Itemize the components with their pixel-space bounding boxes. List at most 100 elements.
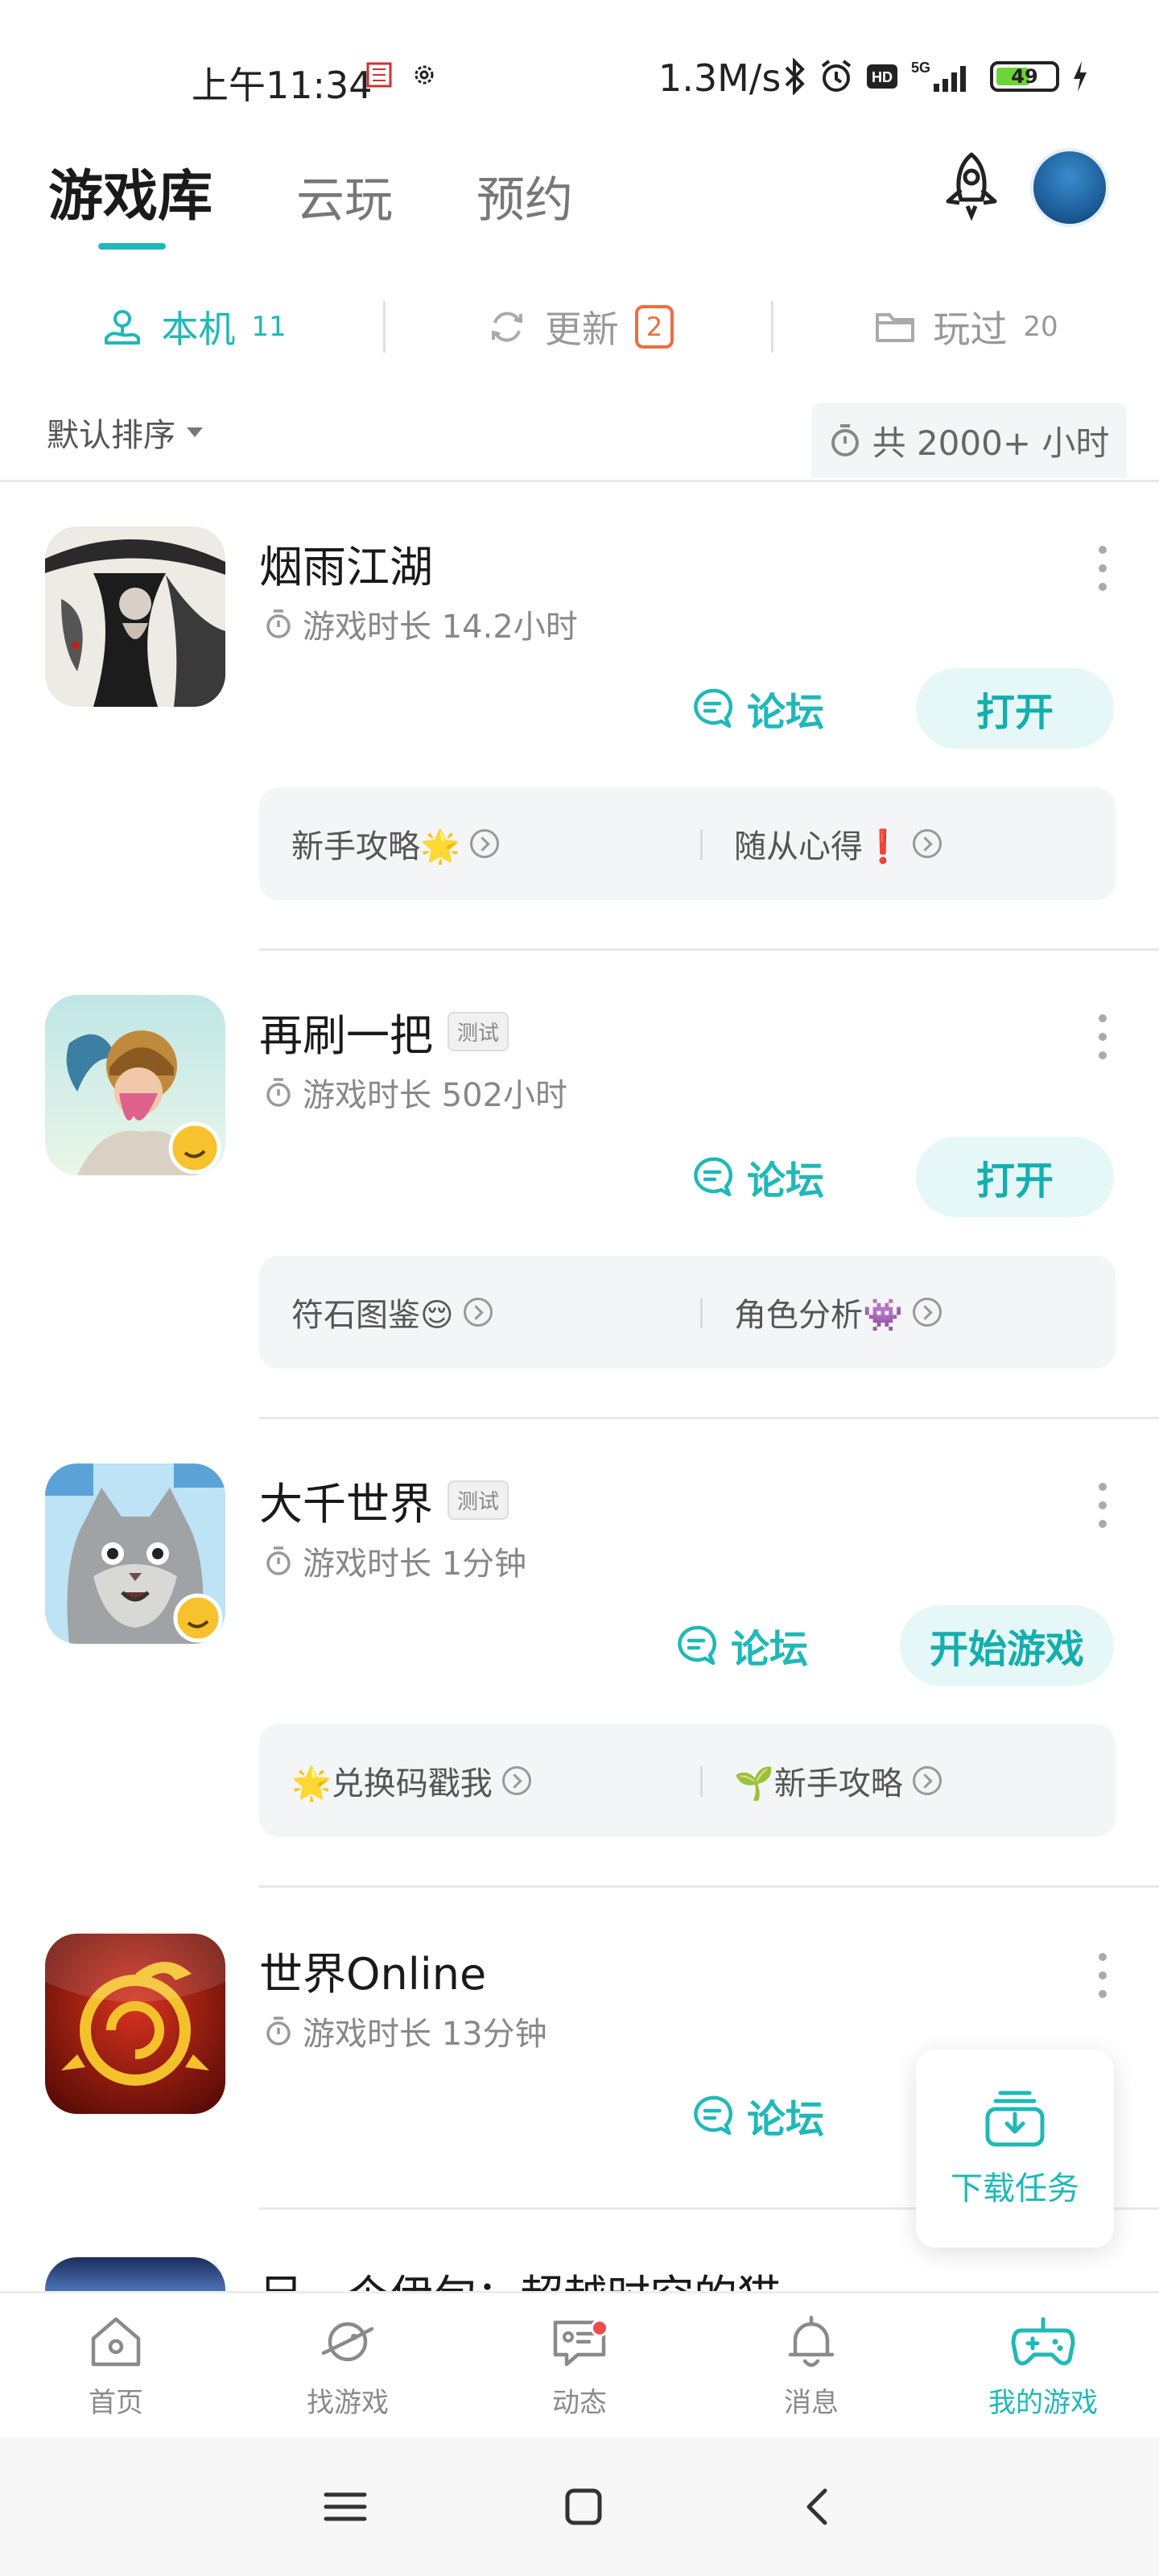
forum-button[interactable]: 论坛 [691,668,824,749]
sort-label: 默认排序 [47,417,175,454]
game-play-time: 游戏时长 14.2小时 [264,601,578,647]
svg-text:5G: 5G [911,60,930,76]
game-title[interactable]: 烟雨江湖 [259,531,433,595]
subtab-updates-label: 更新 [544,308,619,351]
tab-reservation[interactable]: 预约 [476,161,573,231]
guide-link[interactable]: 随从心得❗ [734,787,942,900]
timer-icon [266,1546,291,1575]
status-time: 上午11:34 [192,64,373,107]
tab-game-library[interactable]: 游戏库 [48,151,212,250]
rocket-icon[interactable] [935,150,1008,222]
folder-icon [876,313,915,342]
guide-link[interactable]: 角色分析👾 [734,1256,942,1368]
start-game-button[interactable]: 开始游戏 [900,1605,1114,1686]
guide-link[interactable]: 🌟兑换码戳我 [291,1724,531,1837]
more-options-icon[interactable] [1096,1483,1109,1528]
more-options-icon[interactable] [1096,1014,1109,1059]
game-title[interactable]: 再刷一把 测试 [259,1000,509,1063]
arrow-right-circle-icon [501,1766,531,1795]
forum-chat-icon [678,1625,716,1666]
user-avatar[interactable] [1030,148,1109,227]
nav-find-games[interactable]: 找游戏 [232,2293,464,2438]
home-icon [91,2317,141,2367]
download-tray-icon [985,2091,1045,2147]
game-play-time: 游戏时长 13分钟 [264,2008,547,2054]
game-icon-zaishua[interactable] [45,995,225,1175]
guide-link[interactable]: 🌱新手攻略 [734,1724,942,1837]
download-tasks-label: 下载任务 [951,2170,1079,2207]
game-title[interactable]: 大千世界 测试 [259,1468,509,1532]
game-icon-yanyu[interactable] [45,526,225,707]
nav-messages[interactable]: 消息 [695,2293,927,2438]
settings-gear-icon [415,65,434,85]
guide-links: 新手攻略🌟 随从心得❗ [259,787,1116,900]
timer-icon [831,424,859,456]
subtab-updates[interactable]: 更新 2 [386,287,773,367]
divider [0,480,1159,482]
divider [259,1885,1159,1888]
subtab-divider [383,301,386,353]
guide-link[interactable]: 符石图鉴😌 [291,1256,493,1368]
test-tag: 测试 [448,1012,509,1051]
gamepad-icon [1011,2317,1075,2366]
nav-home[interactable]: 首页 [0,2293,232,2438]
forum-button[interactable]: 论坛 [691,2075,824,2156]
network-speed: 1.3M/s [658,56,782,100]
home-square-icon[interactable] [561,2484,606,2529]
notification-app-icon [366,62,392,88]
tab-cloud-play[interactable]: 云玩 [296,161,393,231]
total-play-time: 共 2000+ 小时 [811,402,1127,478]
arrow-right-circle-icon [463,1298,493,1327]
hd-icon: HD [867,64,897,89]
subtab-played-label: 玩过 [933,308,1008,351]
nav-my-games[interactable]: 我的游戏 [927,2293,1159,2438]
menu-icon[interactable] [321,2487,369,2527]
timer-icon [266,1078,291,1107]
alarm-icon [821,60,852,92]
game-title[interactable]: 世界Online [259,1938,486,2002]
charging-icon [1074,61,1087,92]
divider [259,948,1159,951]
guide-link[interactable]: 新手攻略🌟 [291,787,499,900]
forum-button[interactable]: 论坛 [674,1605,808,1686]
bell-icon [788,2315,835,2368]
game-play-time: 游戏时长 1分钟 [264,1538,526,1584]
subtab-local-label: 本机 [161,308,236,351]
game-title[interactable]: 另一个伊甸：超越时空的猫 [259,2260,781,2291]
arrow-right-circle-icon [469,829,499,858]
sort-dropdown[interactable]: 默认排序 [47,409,203,456]
game-icon-world-online[interactable] [45,1934,225,2114]
nav-feed[interactable]: 动态 [464,2293,695,2438]
more-options-icon[interactable] [1096,1953,1109,1998]
test-tag: 测试 [448,1480,509,1520]
game-icon-daqian[interactable] [45,1463,225,1644]
subtab-played[interactable]: 玩过 20 [773,287,1159,367]
arrow-right-circle-icon [912,1298,942,1327]
device-icon [105,310,141,345]
open-game-button[interactable]: 打开 [916,1137,1114,1217]
library-sub-tabs: 本机 11 更新 2 玩过 20 [0,287,1159,367]
subtab-local-count: 11 [251,311,287,343]
bluetooth-icon [785,58,805,95]
arrow-right-circle-icon [912,1766,942,1795]
total-play-time-label: 共 2000+ 小时 [872,423,1110,463]
svg-text:HD: HD [872,69,893,85]
subtab-local[interactable]: 本机 11 [0,287,386,367]
more-options-icon[interactable] [1096,546,1109,591]
timer-icon [266,609,291,638]
guide-links: 🌟兑换码戳我 🌱新手攻略 [259,1724,1116,1837]
guide-links: 符石图鉴😌 角色分析👾 [259,1256,1116,1368]
battery-indicator: 49 [990,61,1059,92]
download-tasks-button[interactable]: 下载任务 [916,2050,1114,2248]
status-bar: 上午11:34 1.3M/s HD 5G 49 [0,0,1159,153]
dropdown-arrow-icon [187,427,203,437]
updates-count-badge: 2 [634,305,674,349]
bottom-navigation: 首页 找游戏 动态 消息 我的游戏 [0,2291,1159,2438]
open-game-button[interactable]: 打开 [916,668,1114,749]
timer-icon [266,2017,291,2046]
game-play-time: 游戏时长 502小时 [264,1069,567,1116]
back-arrow-icon[interactable] [798,2484,838,2529]
game-icon-next[interactable] [45,2257,225,2291]
forum-button[interactable]: 论坛 [691,1137,824,1217]
arrow-right-circle-icon [912,829,942,858]
